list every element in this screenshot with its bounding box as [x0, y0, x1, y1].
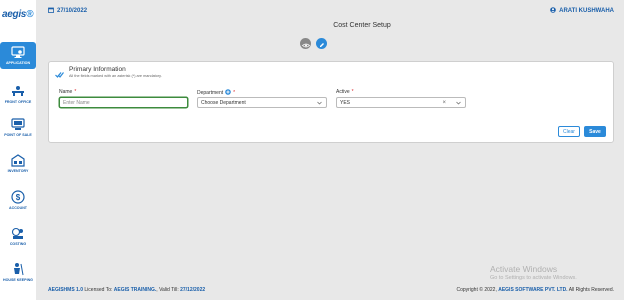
edit-button[interactable]: [316, 38, 327, 49]
sidebar-item-label: HOUSE KEEPING: [3, 278, 33, 282]
sidebar-item-application[interactable]: APPLICATION: [0, 42, 36, 69]
page-title: Cost Center Setup: [333, 22, 391, 29]
sidebar-item-label: APPLICATION: [5, 61, 31, 65]
product-name: AEGISHMS 1.0: [48, 287, 84, 293]
chevron-down-icon: [317, 101, 322, 107]
required-marker: *: [351, 89, 354, 95]
aegis-logo[interactable]: aegis®: [2, 9, 36, 23]
sidebar-item-label: POINT OF SALE: [4, 133, 32, 137]
department-placeholder: Choose Department: [201, 99, 246, 106]
licensee: AEGIS TRAINING.: [113, 287, 157, 293]
section-title: Primary Information: [69, 66, 126, 73]
pencil-icon: [319, 35, 325, 53]
reception-desk-icon: [11, 84, 25, 98]
primary-information-card: Primary Information All the fields marke…: [48, 61, 614, 143]
sidebar: aegis® APPLICATION FRONT OFFICE POINT OF…: [0, 0, 36, 300]
name-label: Name *: [59, 89, 77, 95]
sidebar-item-house-keeping[interactable]: HOUSE KEEPING: [0, 262, 36, 282]
department-select[interactable]: Choose Department: [197, 97, 327, 108]
date-display: 27/10/2022: [48, 7, 87, 15]
user-name: ARATI KUSHWAHA: [559, 8, 614, 14]
sidebar-item-account[interactable]: $ ACCOUNT: [0, 190, 36, 210]
active-value: YES: [340, 99, 351, 106]
monitor-gear-icon: [11, 45, 25, 59]
name-input[interactable]: Enter Name: [59, 97, 188, 108]
pos-terminal-icon: [11, 117, 25, 131]
license-info: AEGISHMS 1.0 Licensed To: AEGIS TRAINING…: [48, 287, 206, 293]
sidebar-item-label: ACCOUNT: [9, 206, 27, 210]
eye-icon: [301, 35, 310, 53]
clear-selection-icon[interactable]: ×: [442, 100, 446, 106]
double-check-icon: [55, 66, 64, 84]
housekeeping-icon: [11, 262, 25, 276]
costing-icon: [11, 226, 25, 240]
active-select[interactable]: YES ×: [336, 97, 466, 108]
section-subtitle: All the fields marked with an asterisk (…: [69, 74, 162, 78]
user-menu[interactable]: ARATI KUSHWAHA: [550, 7, 614, 15]
watermark-line2: Go to Settings to activate Windows.: [490, 275, 577, 281]
windows-activation-watermark: Activate Windows Go to Settings to activ…: [490, 264, 577, 281]
sidebar-item-inventory[interactable]: INVENTORY: [0, 153, 36, 173]
active-label: Active *: [336, 89, 354, 95]
chevron-down-icon: [456, 101, 461, 107]
sidebar-item-point-of-sale[interactable]: POINT OF SALE: [0, 117, 36, 137]
sidebar-item-costing[interactable]: COSTING: [0, 226, 36, 246]
department-label: Department *: [197, 89, 236, 97]
user-icon: [550, 7, 556, 15]
sidebar-item-label: FRONT OFFICE: [4, 100, 32, 104]
clear-button[interactable]: Clear: [558, 126, 580, 137]
copyright: Copyright © 2022, AEGIS SOFTWARE PVT. LT…: [456, 287, 614, 293]
add-department-icon[interactable]: [225, 89, 231, 97]
save-button[interactable]: Save: [584, 126, 606, 137]
section-header: Primary Information All the fields marke…: [55, 66, 162, 84]
sidebar-item-label: COSTING: [9, 242, 27, 246]
name-placeholder: Enter Name: [63, 99, 90, 106]
current-date: 27/10/2022: [57, 8, 88, 14]
calendar-icon: [48, 7, 54, 15]
required-marker: *: [233, 90, 236, 96]
view-button[interactable]: [300, 38, 311, 49]
sidebar-item-label: INVENTORY: [7, 169, 29, 173]
valid-till-date: 27/12/2022: [180, 287, 206, 293]
required-marker: *: [74, 89, 77, 95]
watermark-line1: Activate Windows: [490, 264, 558, 274]
company-name: AEGIS SOFTWARE PVT. LTD.: [498, 287, 568, 293]
sidebar-item-front-office[interactable]: FRONT OFFICE: [0, 84, 36, 104]
warehouse-icon: [11, 153, 25, 167]
dollar-icon: $: [11, 190, 25, 204]
svg-text:$: $: [16, 193, 21, 202]
top-bar: 27/10/2022 ARATI KUSHWAHA: [36, 0, 624, 22]
